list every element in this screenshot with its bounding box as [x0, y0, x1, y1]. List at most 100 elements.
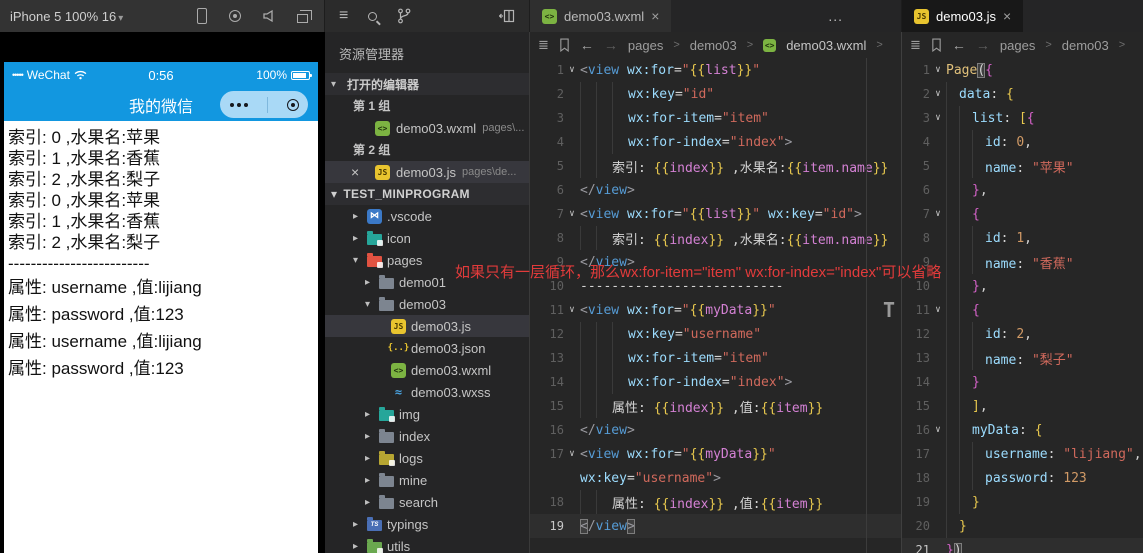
- fold-chevron-icon[interactable]: ∨: [930, 113, 946, 123]
- tree-arrow-icon[interactable]: ▾: [349, 255, 362, 266]
- tree-arrow-icon[interactable]: ▸: [349, 541, 362, 552]
- close-icon[interactable]: ×: [351, 164, 359, 180]
- tree-arrow-icon[interactable]: ▸: [349, 519, 362, 530]
- fold-chevron-icon[interactable]: ∨: [930, 209, 946, 219]
- outline-icon[interactable]: ≣: [538, 37, 549, 53]
- fold-chevron-icon[interactable]: ∨: [930, 425, 946, 435]
- tab-demo03-js[interactable]: JS demo03.js ×: [902, 0, 1023, 32]
- device-selector[interactable]: iPhone 5 100% 16▾: [10, 9, 123, 24]
- fold-chevron-icon[interactable]: ∨: [564, 65, 580, 75]
- tree-item-demo03.json[interactable]: {..}demo03.json: [325, 337, 529, 359]
- tree-arrow-icon[interactable]: ▸: [361, 475, 374, 486]
- close-icon[interactable]: ×: [1003, 8, 1011, 24]
- device-icon[interactable]: [197, 8, 207, 24]
- outline-icon[interactable]: ≣: [910, 37, 921, 53]
- tab-demo03-wxml[interactable]: <> demo03.wxml ×: [530, 0, 671, 32]
- code-line-7[interactable]: 7∨{: [902, 202, 1143, 226]
- tree-item-demo03.wxss[interactable]: ≈demo03.wxss: [325, 381, 529, 403]
- code-line-1[interactable]: 1∨Page({: [902, 58, 1143, 82]
- tree-arrow-icon[interactable]: ▾: [361, 299, 374, 310]
- tree-item-search[interactable]: ▸search: [325, 491, 529, 513]
- capsule-menu[interactable]: [220, 91, 308, 118]
- code-line-2[interactable]: 2∨data: {: [902, 82, 1143, 106]
- tree-item-typings[interactable]: ▸TStypings: [325, 513, 529, 535]
- tree-item-demo03[interactable]: ▾demo03: [325, 293, 529, 315]
- back-arrow-icon[interactable]: ←: [952, 37, 966, 53]
- tree-item-.vscode[interactable]: ▸⋈.vscode: [325, 205, 529, 227]
- code-line-18[interactable]: 18属性: {{index}} ,值:{{item}}: [530, 490, 901, 514]
- tree-item-logs[interactable]: ▸logs: [325, 447, 529, 469]
- tree-item-demo03.js[interactable]: JSdemo03.js: [325, 315, 529, 337]
- tree-item-utils[interactable]: ▸utils: [325, 535, 529, 553]
- tree-item-mine[interactable]: ▸mine: [325, 469, 529, 491]
- code-line-3[interactable]: 3wx:for-item="item": [530, 106, 901, 130]
- breadcrumb-item[interactable]: demo03.wxml: [786, 38, 866, 53]
- code-line-13[interactable]: 13wx:for-item="item": [530, 346, 901, 370]
- back-arrow-icon[interactable]: ←: [580, 37, 594, 53]
- project-root-header[interactable]: ▾ TEST_MINPROGRAM: [325, 183, 529, 205]
- more-menu-icon[interactable]: [230, 103, 248, 107]
- wxml-code-area[interactable]: 1∨<view wx:for="{{list}}"2wx:key="id"3wx…: [530, 58, 901, 553]
- tree-arrow-icon[interactable]: ▸: [361, 497, 374, 508]
- code-line-8[interactable]: 8索引: {{index}} ,水果名:{{item.name}}: [530, 226, 901, 250]
- close-icon[interactable]: ×: [651, 8, 659, 24]
- scrollbar-track[interactable]: [866, 58, 867, 553]
- code-line-16[interactable]: 16∨myData: {: [902, 418, 1143, 442]
- git-branch-icon[interactable]: [397, 8, 411, 24]
- code-line-18[interactable]: 18password: 123: [902, 466, 1143, 490]
- js-code-area[interactable]: 1∨Page({2∨data: {3∨list: [{4id: 0,5name:…: [902, 58, 1143, 553]
- code-line-5[interactable]: 5name: "苹果": [902, 154, 1143, 178]
- multi-window-icon[interactable]: [297, 14, 308, 23]
- code-line-15[interactable]: 15属性: {{index}} ,值:{{item}}: [530, 394, 901, 418]
- code-line-20[interactable]: 20}: [902, 514, 1143, 538]
- tree-arrow-icon[interactable]: ▸: [361, 277, 374, 288]
- breadcrumb-item[interactable]: pages: [1000, 38, 1035, 53]
- code-line-17[interactable]: 17∨<view wx:for="{{myData}}": [530, 442, 901, 466]
- breadcrumb-item[interactable]: pages: [628, 38, 663, 53]
- code-line-2[interactable]: 2wx:key="id": [530, 82, 901, 106]
- code-line-14[interactable]: 14wx:for-index="index">: [530, 370, 901, 394]
- code-line-12[interactable]: 12id: 2,: [902, 322, 1143, 346]
- tree-arrow-icon[interactable]: ▸: [361, 409, 374, 420]
- code-line-12[interactable]: 12wx:key="username": [530, 322, 901, 346]
- breadcrumb-item[interactable]: demo03: [690, 38, 737, 53]
- code-line-wrap[interactable]: wx:key="username">: [530, 466, 901, 490]
- code-line-3[interactable]: 3∨list: [{: [902, 106, 1143, 130]
- tree-item-img[interactable]: ▸img: [325, 403, 529, 425]
- code-line-6[interactable]: 6</view>: [530, 178, 901, 202]
- code-line-6[interactable]: 6},: [902, 178, 1143, 202]
- bookmark-icon[interactable]: [559, 38, 570, 52]
- bookmark-icon[interactable]: [931, 38, 942, 52]
- fold-chevron-icon[interactable]: ∨: [930, 65, 946, 75]
- tree-arrow-icon[interactable]: ▸: [349, 233, 362, 244]
- tree-item-index[interactable]: ▸index: [325, 425, 529, 447]
- tree-item-demo03.wxml[interactable]: <>demo03.wxml: [325, 359, 529, 381]
- code-line-17[interactable]: 17username: "lijiang",: [902, 442, 1143, 466]
- fold-chevron-icon[interactable]: ∨: [564, 209, 580, 219]
- code-line-19[interactable]: 19</view>: [530, 514, 901, 538]
- code-line-14[interactable]: 14}: [902, 370, 1143, 394]
- code-line-5[interactable]: 5索引: {{index}} ,水果名:{{item.name}}: [530, 154, 901, 178]
- code-line-21[interactable]: 21}): [902, 538, 1143, 553]
- forward-arrow-icon[interactable]: →: [604, 37, 618, 53]
- minimize-icon[interactable]: [287, 99, 299, 111]
- open-editor-item-demo03.wxml[interactable]: <>demo03.wxmlpages\...: [325, 117, 529, 139]
- tree-item-icon[interactable]: ▸icon: [325, 227, 529, 249]
- code-line-11[interactable]: 11∨<view wx:for="{{myData}}": [530, 298, 901, 322]
- menu-icon[interactable]: ≡: [339, 8, 348, 24]
- tree-arrow-icon[interactable]: ▸: [361, 431, 374, 442]
- code-line-16[interactable]: 16</view>: [530, 418, 901, 442]
- search-icon[interactable]: [368, 12, 377, 21]
- code-line-7[interactable]: 7∨<view wx:for="{{list}}" wx:key="id">: [530, 202, 901, 226]
- forward-arrow-icon[interactable]: →: [976, 37, 990, 53]
- fold-chevron-icon[interactable]: ∨: [930, 89, 946, 99]
- split-editor-icon[interactable]: [499, 9, 515, 23]
- breadcrumb-item[interactable]: demo03: [1062, 38, 1109, 53]
- open-editor-item-demo03.js[interactable]: ×JSdemo03.jspages\de...: [325, 161, 529, 183]
- code-line-13[interactable]: 13name: "梨子": [902, 346, 1143, 370]
- tree-arrow-icon[interactable]: ▸: [349, 211, 362, 222]
- more-actions-button[interactable]: ...: [828, 8, 843, 24]
- mute-icon[interactable]: [263, 9, 277, 23]
- tree-arrow-icon[interactable]: ▸: [361, 453, 374, 464]
- code-line-4[interactable]: 4wx:for-index="index">: [530, 130, 901, 154]
